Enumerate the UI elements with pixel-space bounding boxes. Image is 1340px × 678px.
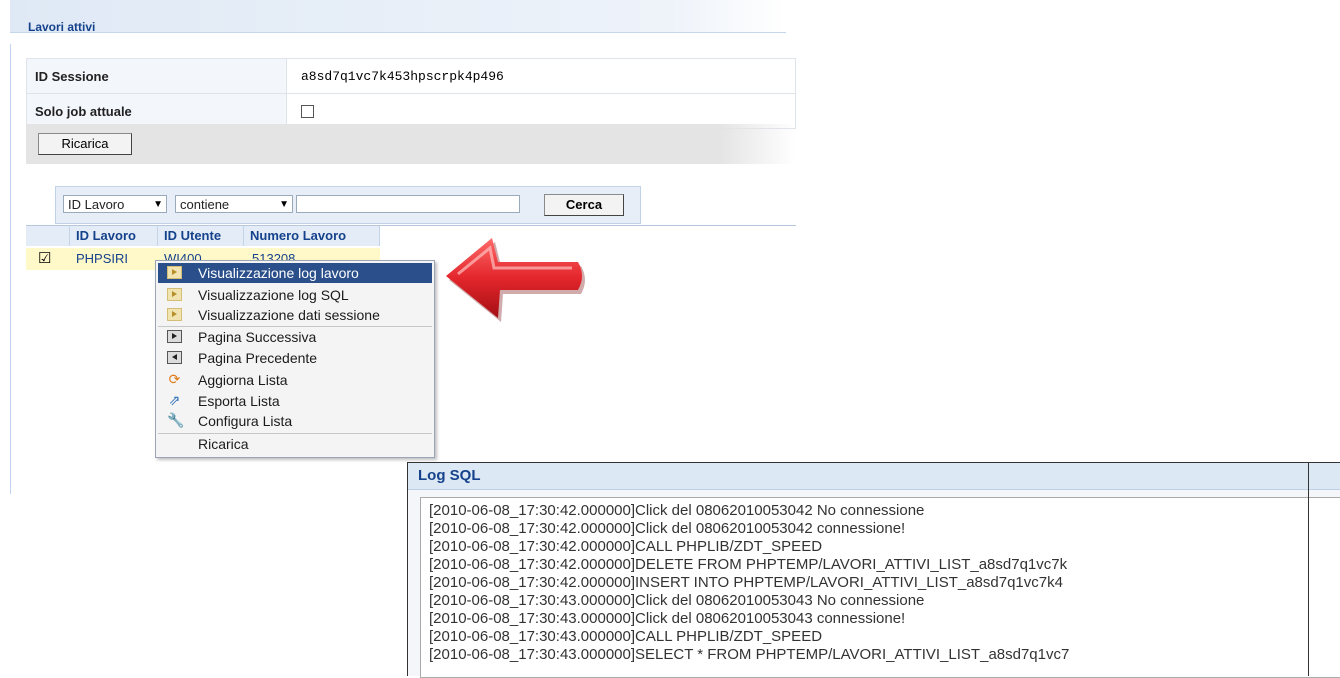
filter-operator-select[interactable]: contiene ▼ xyxy=(175,195,293,213)
log-window-header: Log SQL xyxy=(408,463,1340,490)
filter-field-select[interactable]: ID Lavoro ▼ xyxy=(63,195,167,213)
search-input[interactable] xyxy=(296,195,520,213)
log-line: [2010-06-08_17:30:42.000000]DELETE FROM … xyxy=(429,556,1068,573)
red-arrow-icon xyxy=(446,238,585,322)
log-line: [2010-06-08_17:30:42.000000]Click del 08… xyxy=(429,502,925,519)
panel-border xyxy=(10,44,11,494)
log-line: [2010-06-08_17:30:42.000000]CALL PHPLIB/… xyxy=(429,538,823,555)
session-label: ID Sessione xyxy=(26,58,287,94)
select-column-header xyxy=(26,226,70,246)
menu-item-label: Pagina Successiva xyxy=(198,329,317,345)
log-sql-window: Log SQL [2010-06-08_17:30:42.000000]Clic… xyxy=(407,462,1340,678)
panel-header xyxy=(10,0,786,33)
menu-item-label: Visualizzazione dati sessione xyxy=(198,307,380,323)
session-row: ID Sessione a8sd7q1vc7k453hpscrpk4p496 xyxy=(26,58,796,94)
menu-item-sql-log[interactable]: Visualizzazione log SQL xyxy=(158,285,432,305)
column-header-user-id[interactable]: ID Utente xyxy=(158,226,244,246)
menu-item-previous-page[interactable]: Pagina Precedente xyxy=(158,348,432,368)
menu-item-label: Pagina Precedente xyxy=(198,350,318,366)
panel-title: Lavori attivi xyxy=(28,20,96,34)
context-menu: Visualizzazione log lavoro Visualizzazio… xyxy=(155,260,435,458)
form-toolbar: Ricarica xyxy=(26,124,796,164)
chevron-down-icon: ▼ xyxy=(153,199,163,210)
refresh-icon: ⟳ xyxy=(168,371,181,387)
menu-item-label: Configura Lista xyxy=(198,413,293,429)
log-line: [2010-06-08_17:30:43.000000]Click del 08… xyxy=(429,610,906,627)
menu-item-label: Esporta Lista xyxy=(198,393,280,409)
document-icon xyxy=(167,308,182,321)
log-line: [2010-06-08_17:30:43.000000]SELECT * FRO… xyxy=(429,646,1070,663)
export-icon: ⇗ xyxy=(168,392,181,408)
filter-bar: ID Lavoro ▼ contiene ▼ Cerca xyxy=(55,186,641,224)
menu-item-reload[interactable]: Ricarica xyxy=(158,434,432,454)
menu-item-export-list[interactable]: ⇗ Esporta Lista xyxy=(158,391,432,411)
menu-item-session-data[interactable]: Visualizzazione dati sessione xyxy=(158,305,432,325)
column-header-job-number[interactable]: Numero Lavoro xyxy=(244,226,380,246)
menu-item-job-log[interactable]: Visualizzazione log lavoro xyxy=(158,263,432,283)
window-edge xyxy=(1308,463,1309,676)
menu-item-label: Visualizzazione log SQL xyxy=(198,287,349,303)
row-checkbox[interactable]: ☑ xyxy=(38,250,51,268)
menu-item-refresh-list[interactable]: ⟳ Aggiorna Lista xyxy=(158,370,432,390)
document-icon xyxy=(167,288,182,301)
column-header-job-id[interactable]: ID Lavoro xyxy=(70,226,158,246)
filter-field-value: ID Lavoro xyxy=(68,197,125,212)
filter-operator-value: contiene xyxy=(180,197,230,212)
session-value: a8sd7q1vc7k453hpscrpk4p496 xyxy=(286,58,796,94)
session-form: ID Sessione a8sd7q1vc7k453hpscrpk4p496 S… xyxy=(26,58,796,129)
configure-icon: 🔧 xyxy=(167,412,185,428)
document-icon xyxy=(167,266,182,279)
reload-button[interactable]: Ricarica xyxy=(38,133,132,155)
menu-item-configure-list[interactable]: 🔧 Configura Lista xyxy=(158,411,432,431)
log-line: [2010-06-08_17:30:42.000000]Click del 08… xyxy=(429,520,906,537)
menu-item-next-page[interactable]: Pagina Successiva xyxy=(158,327,432,347)
log-line: [2010-06-08_17:30:42.000000]INSERT INTO … xyxy=(429,574,1063,591)
menu-item-label: Visualizzazione log lavoro xyxy=(198,265,359,281)
onlyjob-checkbox[interactable] xyxy=(301,104,314,118)
menu-item-label: Aggiorna Lista xyxy=(198,372,288,388)
log-text-area[interactable]: [2010-06-08_17:30:42.000000]Click del 08… xyxy=(420,497,1340,678)
chevron-down-icon: ▼ xyxy=(279,199,289,210)
next-page-icon xyxy=(167,330,182,343)
row-job-id: PHPSIRI xyxy=(76,251,129,266)
search-button[interactable]: Cerca xyxy=(544,194,624,216)
menu-item-label: Ricarica xyxy=(198,436,249,452)
log-line: [2010-06-08_17:30:43.000000]CALL PHPLIB/… xyxy=(429,628,823,645)
previous-page-icon xyxy=(167,351,182,364)
log-line: [2010-06-08_17:30:43.000000]Click del 08… xyxy=(429,592,925,609)
log-window-title: Log SQL xyxy=(418,467,481,484)
